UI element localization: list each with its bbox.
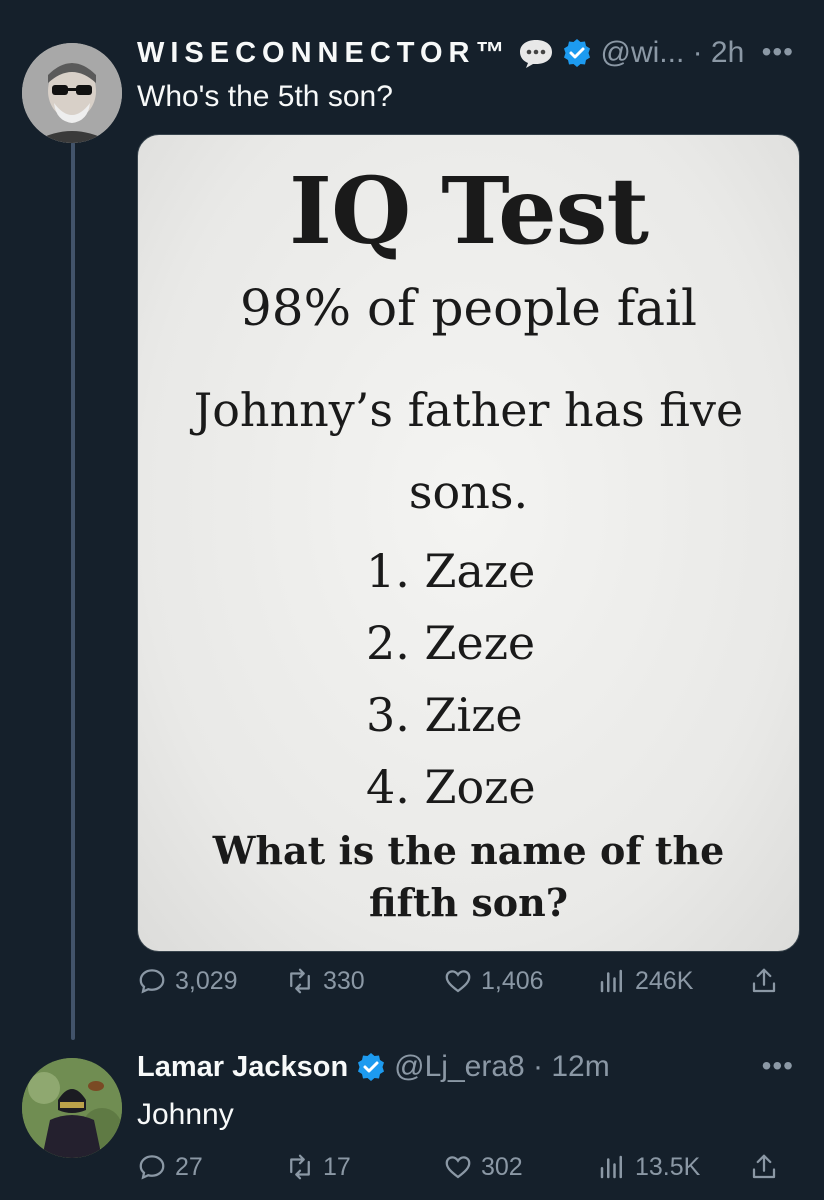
reply-actions: 27 17 302 13.5K — [137, 1152, 794, 1192]
verified-badge-icon — [358, 1053, 385, 1081]
share-icon — [752, 1154, 776, 1179]
like-count: 1,406 — [481, 966, 544, 995]
views-button[interactable]: 13.5K — [597, 1152, 700, 1182]
share-button[interactable] — [749, 966, 779, 996]
handle-and-time[interactable]: @wi... · 2h — [600, 36, 744, 70]
media-ask-line1: What is the name of the — [212, 828, 725, 873]
media-question-line2: sons. — [408, 465, 529, 519]
repost-icon — [290, 968, 310, 994]
repost-count: 17 — [323, 1152, 351, 1181]
media-ask-line2: fifth son? — [368, 880, 569, 925]
media-son-item: 4. Zoze — [366, 760, 536, 814]
reply-header: Lamar Jackson @Lj_era8 · 12m — [137, 1050, 610, 1084]
media-son-item: 1. Zaze — [366, 544, 536, 598]
media-title: IQ Test — [289, 157, 649, 265]
thread-connector-line — [71, 142, 75, 1040]
media-son-list: 1. Zaze 2. Zeze 3. Zize 4. Zoze — [366, 535, 536, 823]
reply-count: 27 — [175, 1152, 203, 1181]
like-count: 302 — [481, 1152, 523, 1181]
repost-button[interactable]: 330 — [285, 966, 365, 996]
tweet-media-image[interactable]: IQ Test 98% of people fail Johnny’s fath… — [137, 134, 800, 952]
analytics-icon — [600, 1155, 622, 1179]
heart-icon — [445, 970, 471, 993]
media-question-line1: Johnny’s father has five — [193, 383, 744, 437]
repost-icon — [290, 1154, 310, 1180]
like-button[interactable]: 302 — [443, 1152, 523, 1182]
views-count: 246K — [635, 966, 694, 995]
reply-button[interactable]: 3,029 — [137, 966, 238, 996]
reply-count: 3,029 — [175, 966, 238, 995]
media-ask: What is the name of the fifth son? — [138, 825, 799, 929]
repost-button[interactable]: 17 — [285, 1152, 351, 1182]
heart-icon — [445, 1156, 471, 1179]
reply-icon — [139, 1155, 165, 1180]
handle-and-time[interactable]: @Lj_era8 · 12m — [394, 1050, 610, 1084]
speech-bubble-icon — [520, 40, 553, 68]
reply-button[interactable]: 27 — [137, 1152, 203, 1182]
media-subtitle: 98% of people fail — [239, 279, 697, 337]
repost-count: 330 — [323, 966, 365, 995]
tweet-header: WISECONNECTOR™ @wi... · 2h — [137, 36, 744, 70]
media-son-item: 2. Zeze — [366, 616, 536, 670]
views-button[interactable]: 246K — [597, 966, 693, 996]
verified-badge-icon — [564, 39, 591, 67]
more-options-icon[interactable]: ••• — [762, 36, 794, 68]
display-name[interactable]: Lamar Jackson — [137, 1051, 348, 1084]
like-button[interactable]: 1,406 — [443, 966, 544, 996]
analytics-icon — [600, 969, 622, 993]
more-options-icon[interactable]: ••• — [762, 1050, 794, 1082]
views-count: 13.5K — [635, 1152, 701, 1181]
share-icon — [752, 968, 776, 993]
tweet-actions: 3,029 330 1,406 246K — [137, 966, 794, 1006]
tweet-text: Who's the 5th son? — [137, 80, 393, 113]
avatar[interactable] — [22, 1058, 122, 1158]
share-button[interactable] — [749, 1152, 779, 1182]
avatar[interactable] — [22, 43, 122, 143]
reply-text: Johnny — [137, 1098, 234, 1131]
reply-icon — [139, 969, 165, 994]
display-name[interactable]: WISECONNECTOR™ — [137, 37, 510, 70]
media-son-item: 3. Zize — [366, 688, 523, 742]
